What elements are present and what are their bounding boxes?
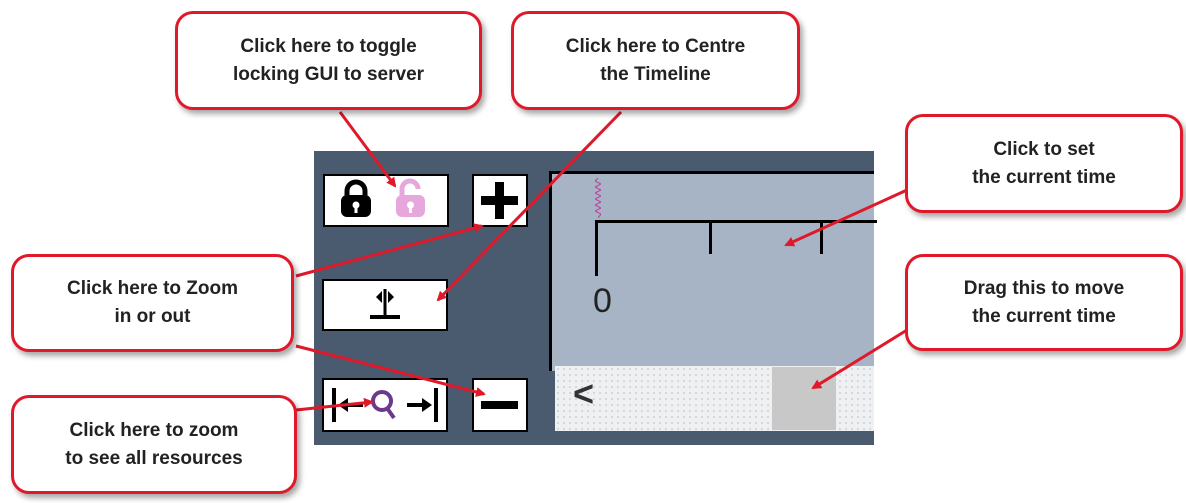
ruler-tick <box>709 220 712 254</box>
callout-zoom: Click here to Zoom in or out <box>11 254 294 352</box>
callout-zoom-fit: Click here to zoom to see all resources <box>11 395 297 494</box>
ruler-tick <box>820 220 823 254</box>
ruler-zero-label: 0 <box>593 282 612 320</box>
callout-set-time: Click to set the current time <box>905 114 1183 213</box>
callout-fit-text: Click here to zoom to see all resources <box>65 419 243 469</box>
ruler-line <box>595 220 877 223</box>
lock-icon <box>341 178 425 217</box>
callout-lock-text: Click here to toggle locking GUI to serv… <box>232 35 425 85</box>
scroll-left-icon[interactable]: < <box>573 376 594 412</box>
callout-drag-text: Drag this to move the current time <box>963 277 1125 327</box>
plus-icon <box>481 182 518 219</box>
timeline-control-panel: 0 < <box>314 151 877 445</box>
timeline-scrollbar[interactable]: < <box>555 366 874 431</box>
zoom-in-button[interactable] <box>472 174 528 227</box>
ruler-tick <box>595 220 598 276</box>
unlock-icon <box>396 178 425 217</box>
callout-drag-time: Drag this to move the current time <box>905 254 1183 351</box>
zoom-out-button[interactable] <box>472 378 528 432</box>
callout-set-time-text: Click to set the current time <box>972 138 1116 188</box>
callout-centre-text: Click here to Centre the Timeline <box>565 35 746 85</box>
minus-icon <box>481 401 518 409</box>
current-time-marker <box>595 178 601 218</box>
lock-toggle-button[interactable] <box>323 174 449 227</box>
callout-lock-toggle: Click here to toggle locking GUI to serv… <box>175 11 482 110</box>
scroll-thumb[interactable] <box>772 367 836 430</box>
centre-timeline-button[interactable] <box>322 279 448 331</box>
centre-timeline-icon <box>370 289 400 319</box>
zoom-fit-icon <box>332 388 438 422</box>
zoom-to-fit-button[interactable] <box>322 378 448 432</box>
timeline-ruler[interactable]: 0 <box>549 171 877 371</box>
callout-zoom-text: Click here to Zoom in or out <box>66 278 239 327</box>
callout-centre-timeline: Click here to Centre the Timeline <box>511 11 800 110</box>
